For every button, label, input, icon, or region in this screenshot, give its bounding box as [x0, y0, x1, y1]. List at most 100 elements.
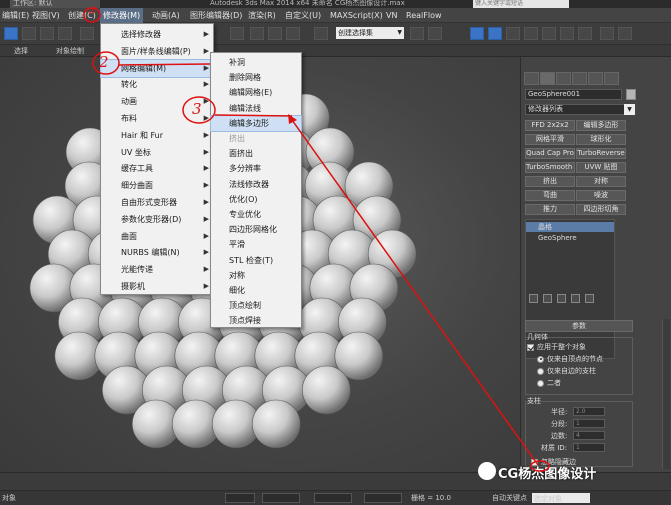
menu-maxscript[interactable]: MAXScript(X) [330, 8, 383, 23]
object-name-field[interactable]: GeoSphere001 [525, 89, 622, 100]
modifiers-menu-item[interactable]: 网格编辑(M) ▶ [100, 58, 214, 78]
angle-snap-button[interactable] [250, 27, 264, 40]
rect-selection-button[interactable] [40, 27, 54, 40]
percent-snap-button[interactable] [268, 27, 282, 40]
move-icon[interactable] [80, 27, 94, 40]
mesh-editing-menu-item[interactable]: 编辑网格(E) [211, 85, 301, 100]
stack-item-geosphere[interactable]: GeoSphere [526, 233, 614, 243]
make-unique-icon[interactable] [557, 294, 566, 303]
z-coordinate-field[interactable] [364, 493, 402, 503]
modifiers-menu-item[interactable]: 转化 ▶ [101, 76, 213, 93]
radio-struts-only[interactable]: 仅来自边的支柱 [537, 366, 596, 376]
modifier-button-noise[interactable]: 噪波 [576, 190, 626, 201]
render-setup-button[interactable] [560, 27, 574, 40]
graphite-button[interactable] [488, 27, 502, 40]
render-teapot-icon[interactable] [600, 27, 614, 40]
named-selection-combo[interactable]: 创建选择集 ▼ [336, 27, 404, 39]
modifier-button-quad-chamfer[interactable]: 四边形切角 [576, 204, 626, 215]
modifiers-menu-item[interactable]: 面片/样条线编辑(P) ▶ [101, 43, 213, 60]
key-filter-dropdown[interactable]: 选定对象 [532, 493, 590, 503]
mesh-editing-menu-item[interactable]: STL 检查(T) [211, 253, 301, 268]
display-tab-icon[interactable] [588, 72, 603, 85]
apply-whole-object-checkbox[interactable]: 应用于整个对象 [527, 342, 586, 352]
modifier-button-turbosmooth-pro[interactable]: TurboSmooth Pro [525, 162, 575, 173]
command-panel-scrollbar[interactable] [662, 319, 670, 469]
search-input[interactable]: 键入关键字或短语 [473, 0, 569, 8]
modifiers-menu-item[interactable]: 缓存工具 ▶ [101, 160, 213, 177]
modifier-button-symmetry[interactable]: 对称 [576, 176, 626, 187]
auto-key-label[interactable]: 自动关键点 [492, 493, 527, 503]
parameters-rollout-header[interactable]: 参数 [525, 320, 633, 332]
material-editor-button[interactable] [542, 27, 556, 40]
render-production-icon[interactable] [618, 27, 632, 40]
create-tab-icon[interactable] [524, 72, 539, 85]
curve-editor-button[interactable] [506, 27, 520, 40]
radio-joints-only[interactable]: 仅来自顶点的节点 [537, 354, 603, 364]
strut-sides-field[interactable]: 4 [573, 431, 605, 440]
spinner-snap-button[interactable] [286, 27, 300, 40]
select-by-name-button[interactable] [22, 27, 36, 40]
modifiers-menu-item[interactable]: 摄影机 ▶ [101, 278, 213, 295]
utilities-tab-icon[interactable] [604, 72, 619, 85]
strut-matid-field[interactable]: 1 [573, 443, 605, 452]
schematic-view-button[interactable] [524, 27, 538, 40]
menu-rendering[interactable]: 渲染(R) [248, 8, 276, 23]
menu-vn[interactable]: VN [386, 8, 397, 23]
menu-edit[interactable]: 编辑(E) [2, 8, 29, 23]
modifiers-menu-item[interactable]: 光能传递 ▶ [101, 261, 213, 278]
menu-graph-editors[interactable]: 图形编辑器(D) [190, 8, 242, 23]
mesh-editing-menu-item[interactable]: 面挤出 [211, 146, 301, 161]
mesh-editing-menu-item[interactable]: 编辑多边形 [210, 114, 302, 133]
motion-tab-icon[interactable] [572, 72, 587, 85]
radio-both[interactable]: 二者 [537, 378, 561, 388]
mesh-editing-menu-item[interactable]: 专业优化 [211, 207, 301, 222]
mesh-editing-menu-item[interactable]: 四边形网格化 [211, 222, 301, 237]
lock-selection-toggle[interactable] [225, 493, 255, 503]
modifier-button-edit-poly[interactable]: 编辑多边形 [576, 120, 626, 131]
modifier-button-meshsmooth[interactable]: 网格平滑 [525, 134, 575, 145]
modifiers-menu-item[interactable]: 自由形式变形器 ▶ [101, 194, 213, 211]
y-coordinate-field[interactable] [314, 493, 352, 503]
strut-radius-field[interactable]: 2.0 [573, 407, 605, 416]
modifier-button-turboreverse[interactable]: TurboReverse [576, 148, 626, 159]
modifiers-menu-item[interactable]: 选择修改器 ▶ [101, 26, 213, 43]
mesh-editing-menu-item[interactable]: 法线修改器 [211, 177, 301, 192]
modifiers-menu-item[interactable]: 细分曲面 ▶ [101, 177, 213, 194]
mesh-editing-menu-item[interactable]: 细化 [211, 283, 301, 298]
window-crossing-button[interactable] [58, 27, 72, 40]
mirror-button[interactable] [410, 27, 424, 40]
modifiers-menu-item[interactable]: Hair 和 Fur ▶ [101, 127, 213, 144]
remove-modifier-icon[interactable] [571, 294, 580, 303]
modifier-button-bend[interactable]: 弯曲 [525, 190, 575, 201]
snap-toggle-button[interactable] [230, 27, 244, 40]
rendered-frame-button[interactable] [578, 27, 592, 40]
modifiers-menu-item[interactable]: NURBS 编辑(N) ▶ [101, 244, 213, 261]
mesh-editing-menu-item[interactable]: 删除网格 [211, 70, 301, 85]
modify-tab-icon[interactable] [540, 72, 555, 85]
hierarchy-tab-icon[interactable] [556, 72, 571, 85]
object-color-swatch[interactable] [626, 89, 636, 100]
mesh-editing-menu-item[interactable]: 平滑 [211, 237, 301, 252]
configure-sets-icon[interactable] [585, 294, 594, 303]
modifier-button-spherify[interactable]: 球形化 [576, 134, 626, 145]
stack-item-lattice[interactable]: 晶格 [526, 222, 614, 232]
ribbon-object-paint-label[interactable]: 对象绘制 [56, 46, 84, 56]
modifier-button-ffd[interactable]: FFD 2x2x2 [525, 120, 575, 131]
menu-customize[interactable]: 自定义(U) [285, 8, 321, 23]
modifiers-menu-item[interactable]: 曲面 ▶ [101, 228, 213, 245]
modifiers-menu-item[interactable]: 参数化变形器(D) ▶ [101, 211, 213, 228]
modifier-list-dropdown[interactable]: 修改器列表 ▼ [525, 104, 635, 115]
edit-named-sel-button[interactable] [314, 27, 328, 40]
mesh-editing-menu-item[interactable]: 顶点绘制 [211, 298, 301, 313]
modifier-button-uvw-map[interactable]: UVW 贴图 [576, 162, 626, 173]
menu-modifiers[interactable]: 修改器(M) [100, 8, 144, 23]
x-coordinate-field[interactable] [262, 493, 300, 503]
align-button[interactable] [428, 27, 442, 40]
select-object-button[interactable] [4, 27, 18, 40]
modifier-button-extrude[interactable]: 挤出 [525, 176, 575, 187]
mesh-editing-menu-item[interactable]: 对称 [211, 268, 301, 283]
show-end-result-icon[interactable] [543, 294, 552, 303]
menu-view[interactable]: 视图(V) [32, 8, 60, 23]
menu-realflow[interactable]: RealFlow [406, 8, 442, 23]
pin-stack-icon[interactable] [529, 294, 538, 303]
